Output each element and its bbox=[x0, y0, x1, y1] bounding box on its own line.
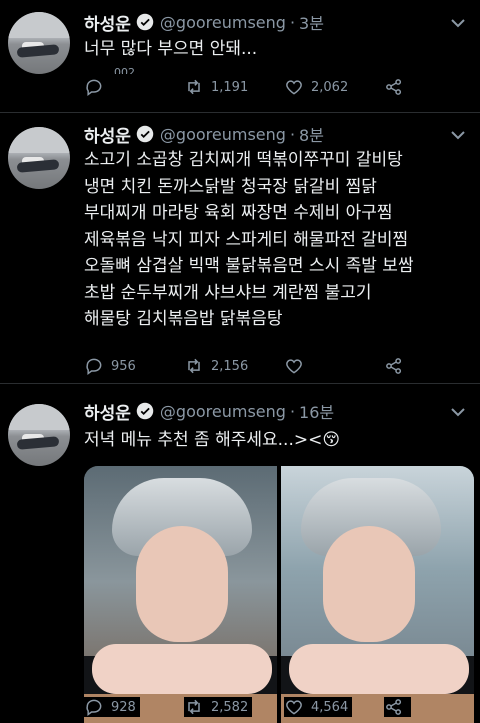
tweet-text: 저녁 메뉴 추천 좀 해주세요...><😚 bbox=[84, 430, 341, 450]
heart-icon bbox=[286, 700, 302, 715]
verified-badge-icon bbox=[136, 13, 154, 31]
timestamp[interactable]: 16분 bbox=[299, 399, 334, 423]
tweet-2[interactable]: 하성운 @gooreumseng · 8분 소고기 소곱창 김치찌개 떡볶이쭈꾸… bbox=[0, 113, 480, 383]
like-button[interactable] bbox=[284, 356, 311, 376]
like-button[interactable]: 4,564 bbox=[284, 697, 353, 717]
tweet-header: 하성운 @gooreumseng · 8분 bbox=[84, 122, 324, 147]
retweet-button[interactable]: 1,191 bbox=[184, 77, 248, 97]
chevron-down-icon[interactable] bbox=[450, 18, 466, 28]
share-icon bbox=[386, 79, 402, 95]
tweet-header: 하성운 @gooreumseng · 3분 bbox=[84, 10, 324, 35]
retweet-count: 1,191 bbox=[211, 79, 249, 95]
tweet-actions: 956 2,156 bbox=[84, 356, 464, 380]
share-button[interactable] bbox=[384, 77, 411, 97]
timestamp[interactable]: 8분 bbox=[299, 122, 324, 146]
display-name[interactable]: 하성운 bbox=[84, 122, 131, 147]
reply-icon bbox=[86, 358, 102, 375]
handle[interactable]: @gooreumseng bbox=[160, 402, 286, 421]
avatar[interactable] bbox=[8, 127, 70, 189]
reply-count: 956 bbox=[111, 358, 136, 374]
retweet-count: 2,582 bbox=[211, 699, 249, 715]
like-button[interactable]: 2,062 bbox=[284, 77, 348, 97]
tweet-header: 하성운 @gooreumseng · 16분 bbox=[84, 399, 334, 424]
display-name[interactable]: 하성운 bbox=[84, 10, 131, 35]
share-button[interactable] bbox=[384, 697, 411, 717]
verified-badge-icon bbox=[136, 402, 154, 420]
retweet-icon bbox=[188, 358, 200, 374]
avatar[interactable] bbox=[8, 12, 70, 74]
retweet-count: 2,156 bbox=[211, 358, 249, 374]
photo-2[interactable] bbox=[281, 466, 474, 723]
tweet-text: 너무 많다 부으면 안돼... bbox=[84, 39, 258, 59]
reply-button[interactable] bbox=[84, 77, 111, 97]
reply-count: 928 bbox=[111, 699, 136, 715]
photo-1[interactable] bbox=[84, 466, 277, 723]
chevron-down-icon[interactable] bbox=[450, 407, 466, 417]
heart-icon bbox=[286, 80, 302, 95]
share-button[interactable] bbox=[384, 356, 411, 376]
tweet-actions: 1,191 2,062 bbox=[84, 77, 464, 101]
heart-icon bbox=[286, 359, 302, 374]
partial-text: 002 bbox=[114, 66, 135, 74]
tweet-actions: 928 2,582 4,564 bbox=[84, 697, 464, 721]
share-icon bbox=[386, 358, 402, 374]
avatar[interactable] bbox=[8, 404, 70, 466]
reply-button[interactable]: 928 bbox=[84, 697, 140, 717]
retweet-icon bbox=[188, 79, 200, 95]
handle[interactable]: @gooreumseng bbox=[160, 13, 286, 32]
tweet-media[interactable] bbox=[84, 466, 474, 723]
reply-icon bbox=[86, 79, 102, 96]
retweet-button[interactable]: 2,582 bbox=[184, 697, 253, 717]
reply-icon bbox=[86, 699, 102, 716]
tweet-text: 소고기 소곱창 김치찌개 떡볶이쭈꾸미 갈비탕 냉면 치킨 돈까스닭발 청국장 … bbox=[84, 150, 414, 329]
share-icon bbox=[386, 699, 402, 715]
retweet-icon bbox=[188, 699, 200, 715]
chevron-down-icon[interactable] bbox=[450, 130, 466, 140]
like-count: 2,062 bbox=[311, 79, 349, 95]
reply-button[interactable]: 956 bbox=[84, 356, 136, 376]
handle[interactable]: @gooreumseng bbox=[160, 125, 286, 144]
like-count: 4,564 bbox=[311, 699, 349, 715]
verified-badge-icon bbox=[136, 125, 154, 143]
display-name[interactable]: 하성운 bbox=[84, 399, 131, 424]
timestamp[interactable]: 3분 bbox=[299, 10, 324, 34]
tweet-1[interactable]: 하성운 @gooreumseng · 3분 너무 많다 부으면 안돼... 00… bbox=[0, 0, 480, 112]
retweet-button[interactable]: 2,156 bbox=[184, 356, 248, 376]
